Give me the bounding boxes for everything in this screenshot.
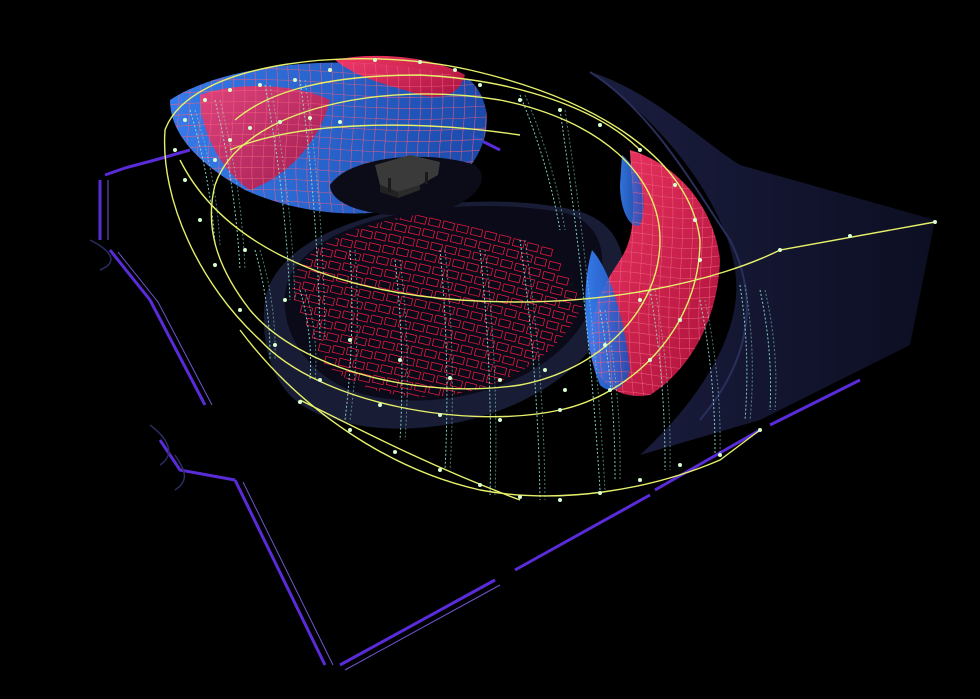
shell-left <box>170 55 487 216</box>
control-point <box>283 298 287 302</box>
control-point <box>498 378 502 382</box>
control-point <box>238 308 242 312</box>
control-point <box>328 68 332 72</box>
control-point <box>448 376 452 380</box>
control-point <box>848 234 852 238</box>
control-point <box>603 343 607 347</box>
control-point <box>213 158 217 162</box>
control-point <box>678 463 682 467</box>
control-point <box>438 468 442 472</box>
control-point <box>778 248 782 252</box>
control-point <box>638 298 642 302</box>
control-point <box>418 60 422 64</box>
control-point <box>558 498 562 502</box>
control-point <box>438 413 442 417</box>
control-point <box>478 483 482 487</box>
control-point <box>258 83 262 87</box>
control-point <box>348 338 352 342</box>
control-point <box>673 183 677 187</box>
control-point <box>273 343 277 347</box>
control-point <box>933 220 937 224</box>
control-point <box>293 78 297 82</box>
control-point <box>373 58 377 62</box>
auditorium-wireframe-model <box>89 55 937 671</box>
control-point <box>598 123 602 127</box>
control-point <box>563 388 567 392</box>
control-point <box>228 88 232 92</box>
control-point <box>173 148 177 152</box>
control-point <box>648 358 652 362</box>
seat <box>512 407 524 416</box>
control-point <box>348 428 352 432</box>
cad-viewport[interactable] <box>0 0 980 699</box>
control-point <box>518 98 522 102</box>
control-point <box>718 453 722 457</box>
control-point <box>318 378 322 382</box>
control-point <box>498 418 502 422</box>
control-point <box>338 120 342 124</box>
control-point <box>308 116 312 120</box>
control-point <box>453 68 457 72</box>
control-point <box>558 408 562 412</box>
control-point <box>298 400 302 404</box>
control-point <box>758 428 762 432</box>
control-point <box>378 403 382 407</box>
control-point <box>213 263 217 267</box>
control-point <box>693 218 697 222</box>
seat <box>323 211 338 223</box>
seat <box>504 416 516 425</box>
control-point <box>183 178 187 182</box>
control-point <box>543 368 547 372</box>
control-point <box>608 388 612 392</box>
control-point <box>678 318 682 322</box>
control-point <box>698 258 702 262</box>
control-point <box>243 248 247 252</box>
control-point <box>638 478 642 482</box>
control-point <box>598 491 602 495</box>
control-point <box>198 218 202 222</box>
control-point <box>248 126 252 130</box>
control-point <box>398 358 402 362</box>
seat <box>337 213 352 225</box>
control-point <box>558 108 562 112</box>
control-point <box>183 118 187 122</box>
control-point <box>638 148 642 152</box>
control-point <box>278 120 282 124</box>
control-point <box>478 83 482 87</box>
control-point <box>518 495 522 499</box>
control-point <box>203 98 207 102</box>
seat <box>541 390 556 397</box>
control-point <box>228 138 232 142</box>
control-point <box>393 450 397 454</box>
